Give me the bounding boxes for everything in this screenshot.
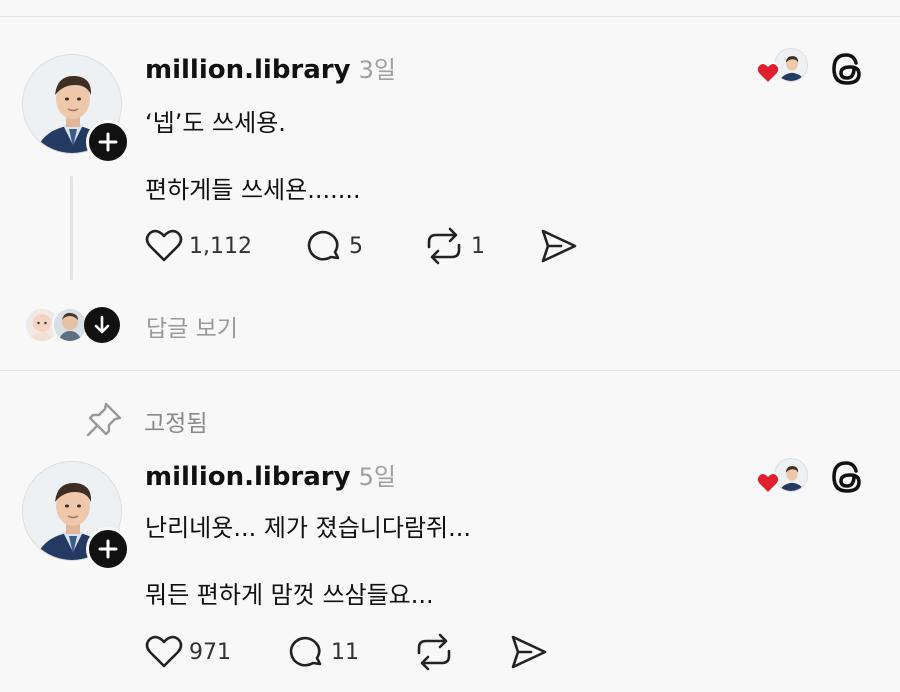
post-text-line-1: 난리네욧... 제가 졌습니다람쥐... bbox=[145, 514, 471, 542]
thread-connector-line bbox=[70, 176, 73, 280]
post-divider bbox=[0, 370, 900, 371]
heart-filled-icon bbox=[756, 472, 780, 494]
pinned-label: 고정됨 bbox=[144, 411, 208, 437]
repost-button[interactable]: 1 bbox=[423, 226, 485, 266]
like-count: 971 bbox=[189, 639, 231, 665]
author-avatar[interactable] bbox=[22, 461, 130, 571]
follow-button[interactable] bbox=[86, 120, 130, 164]
view-replies-row[interactable]: 답글 보기 bbox=[24, 305, 424, 345]
comment-button[interactable]: 5 bbox=[305, 226, 363, 266]
follow-button[interactable] bbox=[86, 527, 130, 571]
share-icon bbox=[511, 635, 547, 669]
threads-logo-icon[interactable] bbox=[826, 456, 868, 498]
repost-icon bbox=[427, 227, 461, 265]
post-text-line-1: ‘넵’도 쓰세용. bbox=[145, 109, 286, 137]
comment-icon bbox=[289, 636, 322, 667]
repost-button[interactable] bbox=[413, 632, 461, 672]
like-button[interactable]: 971 bbox=[145, 632, 231, 672]
post-time[interactable]: 5일 bbox=[359, 463, 396, 491]
threads-logo-icon[interactable] bbox=[826, 48, 868, 90]
post-text-line-2: 편하게들 쓰세욘....... bbox=[145, 176, 361, 204]
post-time[interactable]: 3일 bbox=[359, 56, 396, 84]
plus-icon bbox=[98, 539, 118, 559]
username[interactable]: million.library bbox=[145, 55, 351, 85]
heart-icon bbox=[145, 635, 183, 668]
plus-icon bbox=[98, 132, 118, 152]
pin-icon bbox=[86, 402, 122, 437]
arrow-down-icon bbox=[94, 315, 110, 334]
share-button[interactable] bbox=[539, 226, 579, 266]
post-header: million.library 5일 bbox=[145, 457, 396, 492]
share-button[interactable] bbox=[509, 632, 549, 672]
reply-avatar-2 bbox=[52, 307, 88, 343]
post-text-line-2: 뭐든 편하게 맘껏 쓰삼들요... bbox=[145, 581, 434, 609]
comment-count: 5 bbox=[349, 233, 363, 259]
heart-icon bbox=[145, 229, 183, 262]
pinned-indicator: 고정됨 bbox=[84, 400, 384, 440]
top-divider bbox=[0, 16, 900, 17]
liked-by-indicator[interactable] bbox=[756, 458, 810, 494]
liked-by-indicator[interactable] bbox=[756, 48, 810, 84]
repost-icon bbox=[417, 633, 451, 671]
comment-button[interactable]: 11 bbox=[287, 632, 359, 672]
username[interactable]: million.library bbox=[145, 462, 351, 492]
comment-icon bbox=[307, 230, 340, 261]
repost-count: 1 bbox=[471, 233, 485, 259]
like-count: 1,112 bbox=[189, 233, 252, 259]
expand-replies-button[interactable] bbox=[84, 307, 120, 343]
post-header: million.library 3일 bbox=[145, 50, 396, 85]
comment-count: 11 bbox=[331, 639, 359, 665]
share-icon bbox=[541, 229, 577, 263]
heart-filled-icon bbox=[756, 62, 780, 84]
view-replies-label[interactable]: 답글 보기 bbox=[146, 309, 238, 343]
like-button[interactable]: 1,112 bbox=[145, 226, 252, 266]
author-avatar[interactable] bbox=[22, 54, 130, 164]
